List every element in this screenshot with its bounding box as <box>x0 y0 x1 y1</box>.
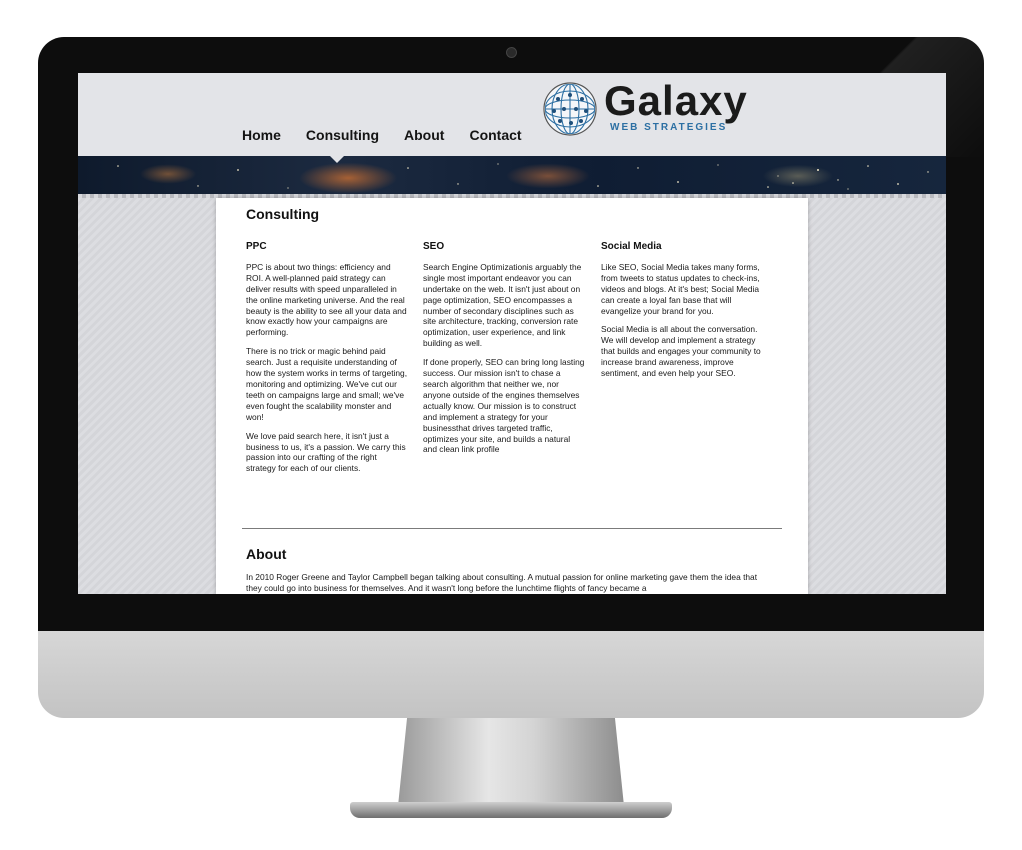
nav-consulting[interactable]: Consulting <box>306 127 379 143</box>
ppc-heading: PPC <box>246 241 267 252</box>
monitor-stand <box>398 718 624 806</box>
seo-paragraph: Search Engine Optimizationis arguably th… <box>423 261 582 349</box>
seo-column: SEO Search Engine Optimizationis arguabl… <box>423 241 585 463</box>
nav-contact[interactable]: Contact <box>469 127 521 143</box>
seo-heading: SEO <box>423 241 445 252</box>
galaxy-logo[interactable]: Galaxy WEB STRATEGIES <box>540 77 770 139</box>
social-media-heading: Social Media <box>601 241 662 252</box>
nav-home[interactable]: Home <box>242 127 281 143</box>
nav-active-pointer <box>330 156 344 163</box>
logo-tagline: WEB STRATEGIES <box>610 122 728 133</box>
social-media-column: Social Media Like SEO, Social Media take… <box>601 241 766 387</box>
monitor-chin <box>38 631 984 718</box>
ppc-paragraph: There is no trick or magic behind paid s… <box>246 346 408 422</box>
social-media-paragraph: Social Media is all about the conversati… <box>601 324 761 379</box>
background-right <box>808 198 946 594</box>
logo-wordmark: Galaxy <box>604 77 748 124</box>
ppc-paragraph: PPC is about two things: efficiency and … <box>246 261 407 338</box>
nav-about[interactable]: About <box>404 127 444 143</box>
site-header: Home Consulting About Contact Galaxy WEB… <box>78 73 946 156</box>
main-nav: Home Consulting About Contact <box>242 127 522 143</box>
ppc-column: PPC PPC is about two things: efficiency … <box>246 241 408 482</box>
monitor-stand-base <box>350 802 672 818</box>
social-media-paragraph: Like SEO, Social Media takes many forms,… <box>601 261 760 316</box>
camera-icon <box>506 47 517 58</box>
about-paragraph: In 2010 Roger Greene and Taylor Campbell… <box>246 572 758 593</box>
about-heading: About <box>246 546 287 562</box>
star-field <box>117 163 929 190</box>
ppc-paragraph: We love paid search here, it isn't just … <box>246 430 406 474</box>
space-banner <box>78 156 946 198</box>
background-left <box>78 198 216 594</box>
globe-icon <box>543 82 597 136</box>
seo-paragraph: If done properly, SEO can bring long las… <box>423 357 585 455</box>
consulting-heading: Consulting <box>246 206 320 222</box>
section-divider <box>242 528 782 529</box>
content-panel: Consulting PPC PPC is about two things: … <box>216 198 808 594</box>
screen: Home Consulting About Contact Galaxy WEB… <box>78 73 946 594</box>
